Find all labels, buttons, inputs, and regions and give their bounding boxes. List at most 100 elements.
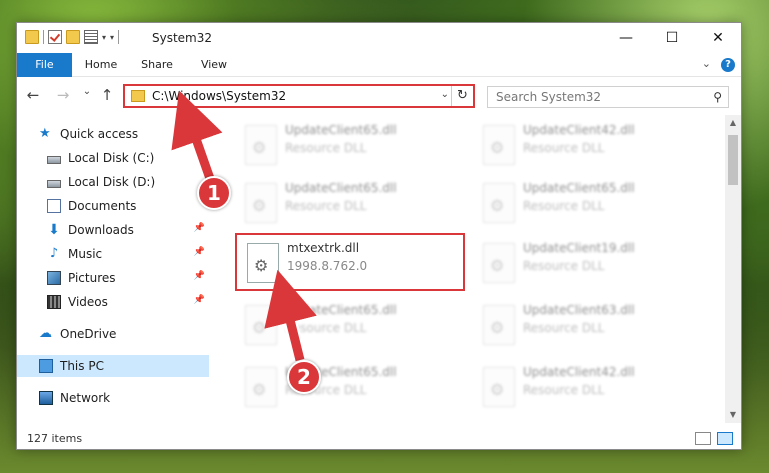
file-tile[interactable]: UpdateClient65.dll Resource DLL: [235, 297, 465, 355]
file-name: UpdateClient63.dll: [523, 303, 635, 317]
close-button[interactable]: ✕: [695, 23, 741, 53]
file-version: 1998.8.762.0: [287, 259, 368, 273]
quick-access-toolbar: ▾ ▾: [25, 30, 120, 44]
properties-check-icon[interactable]: [48, 30, 62, 44]
search-input[interactable]: Search System32 ⚲: [487, 86, 729, 108]
step-1-badge: 1: [197, 176, 231, 210]
step-2-badge: 2: [287, 360, 321, 394]
new-folder-icon[interactable]: [66, 30, 80, 44]
drive-icon: [47, 179, 61, 188]
sidebar-item-label: Pictures: [68, 271, 116, 285]
expand-ribbon-icon[interactable]: ⌄: [702, 57, 711, 70]
pin-icon[interactable]: 📌: [194, 223, 205, 233]
maximize-button[interactable]: ☐: [649, 23, 695, 53]
dll-file-icon: [483, 305, 515, 345]
forward-button[interactable]: →: [55, 86, 71, 104]
file-name: mtxextrk.dll: [287, 241, 360, 255]
explorer-window: ▾ ▾ System32 — ☐ ✕ File Home Share View …: [16, 22, 742, 450]
back-button[interactable]: ←: [25, 86, 41, 104]
file-description: Resource DLL: [523, 141, 605, 155]
customize-toolbar-icon[interactable]: ▾: [110, 33, 114, 42]
sidebar-item-local-disk-c[interactable]: Local Disk (C:): [47, 147, 239, 169]
search-icon[interactable]: ⚲: [713, 90, 722, 104]
view-switcher: [695, 432, 733, 445]
dll-file-icon: [245, 367, 277, 407]
vertical-scrollbar[interactable]: ▲ ▼: [725, 115, 741, 423]
chevron-down-icon[interactable]: ⌄: [441, 89, 449, 100]
sidebar-item-quick-access[interactable]: ★ Quick access: [39, 123, 231, 145]
sidebar-item-label: This PC: [60, 359, 104, 373]
scroll-up-icon[interactable]: ▲: [725, 115, 741, 131]
file-name: UpdateClient42.dll: [523, 123, 635, 137]
file-name: UpdateClient65.dll: [285, 123, 397, 137]
chevron-down-icon[interactable]: ▾: [102, 33, 106, 42]
dll-file-icon: [245, 183, 277, 223]
pin-icon[interactable]: 📌: [194, 271, 205, 281]
sidebar-item-label: OneDrive: [60, 327, 117, 341]
file-name: UpdateClient65.dll: [285, 303, 397, 317]
file-tile[interactable]: UpdateClient65.dll Resource DLL: [235, 117, 465, 175]
sidebar-item-this-pc[interactable]: This PC: [17, 355, 209, 377]
folder-icon: [25, 30, 39, 44]
refresh-button[interactable]: ↻: [451, 86, 473, 106]
address-bar[interactable]: C:\Windows\System32 ⌄ ↻: [123, 84, 475, 108]
download-icon: ⬇: [48, 222, 60, 238]
pin-icon[interactable]: 📌: [194, 247, 205, 257]
up-button[interactable]: ↑: [99, 86, 115, 104]
tab-home[interactable]: Home: [75, 53, 127, 77]
list-properties-icon[interactable]: [84, 30, 98, 44]
file-name: UpdateClient42.dll: [523, 365, 635, 379]
document-icon: [47, 199, 61, 213]
address-path[interactable]: C:\Windows\System32: [152, 89, 286, 103]
minimize-button[interactable]: —: [603, 23, 649, 53]
file-tile[interactable]: UpdateClient65.dll Resource DLL: [235, 175, 465, 233]
file-tile[interactable]: UpdateClient65.dll Resource DLL: [473, 175, 703, 233]
sidebar-item-pictures[interactable]: Pictures 📌: [47, 267, 209, 289]
file-tile[interactable]: UpdateClient42.dll Resource DLL: [473, 117, 703, 175]
music-icon: ♪: [49, 246, 59, 261]
cloud-icon: ☁: [39, 326, 52, 341]
dll-file-icon: [483, 183, 515, 223]
sidebar-item-label: Network: [60, 391, 111, 405]
file-tile[interactable]: UpdateClient65.dll Resource DLL: [235, 359, 465, 417]
divider: [118, 30, 120, 44]
recent-locations-button[interactable]: ⌄: [79, 86, 95, 97]
search-placeholder: Search System32: [496, 90, 602, 104]
videos-icon: [47, 295, 61, 309]
scrollbar-thumb[interactable]: [728, 135, 738, 185]
sidebar-item-videos[interactable]: Videos 📌: [47, 291, 209, 313]
sidebar-item-downloads[interactable]: ⬇ Downloads 📌: [47, 219, 209, 241]
file-description: Resource DLL: [285, 141, 367, 155]
file-tile[interactable]: UpdateClient63.dll Resource DLL: [473, 297, 703, 355]
sidebar-item-network[interactable]: Network: [39, 387, 231, 409]
sidebar-item-label: Downloads: [68, 223, 134, 237]
dll-file-icon: [483, 243, 515, 283]
scroll-down-icon[interactable]: ▼: [725, 407, 741, 423]
help-icon[interactable]: ?: [721, 58, 735, 72]
sidebar-item-label: Music: [68, 247, 103, 261]
file-description: Resource DLL: [523, 383, 605, 397]
file-name: UpdateClient65.dll: [285, 181, 397, 195]
details-view-icon[interactable]: [695, 432, 711, 445]
tiles-view-icon[interactable]: [717, 432, 733, 445]
file-name: UpdateClient19.dll: [523, 241, 635, 255]
file-tile[interactable]: UpdateClient42.dll Resource DLL: [473, 359, 703, 417]
window-title: System32: [152, 31, 213, 45]
dll-file-icon: [245, 125, 277, 165]
file-description: Resource DLL: [285, 321, 367, 335]
pictures-icon: [47, 271, 61, 285]
folder-icon: [131, 90, 145, 102]
sidebar-item-onedrive[interactable]: ☁ OneDrive: [39, 323, 231, 345]
tab-view[interactable]: View: [189, 53, 239, 77]
star-icon: ★: [39, 126, 51, 141]
file-tile-mtxextrk[interactable]: mtxextrk.dll 1998.8.762.0: [235, 233, 465, 291]
file-description: Resource DLL: [523, 321, 605, 335]
tab-file[interactable]: File: [17, 53, 72, 77]
tab-share[interactable]: Share: [129, 53, 185, 77]
sidebar-item-music[interactable]: ♪ Music 📌: [47, 243, 209, 265]
dll-file-icon: [247, 243, 279, 283]
network-icon: [39, 391, 53, 405]
file-tile[interactable]: UpdateClient19.dll Resource DLL: [473, 235, 703, 293]
pin-icon[interactable]: 📌: [194, 295, 205, 305]
sidebar-item-label: Local Disk (C:): [68, 151, 155, 165]
